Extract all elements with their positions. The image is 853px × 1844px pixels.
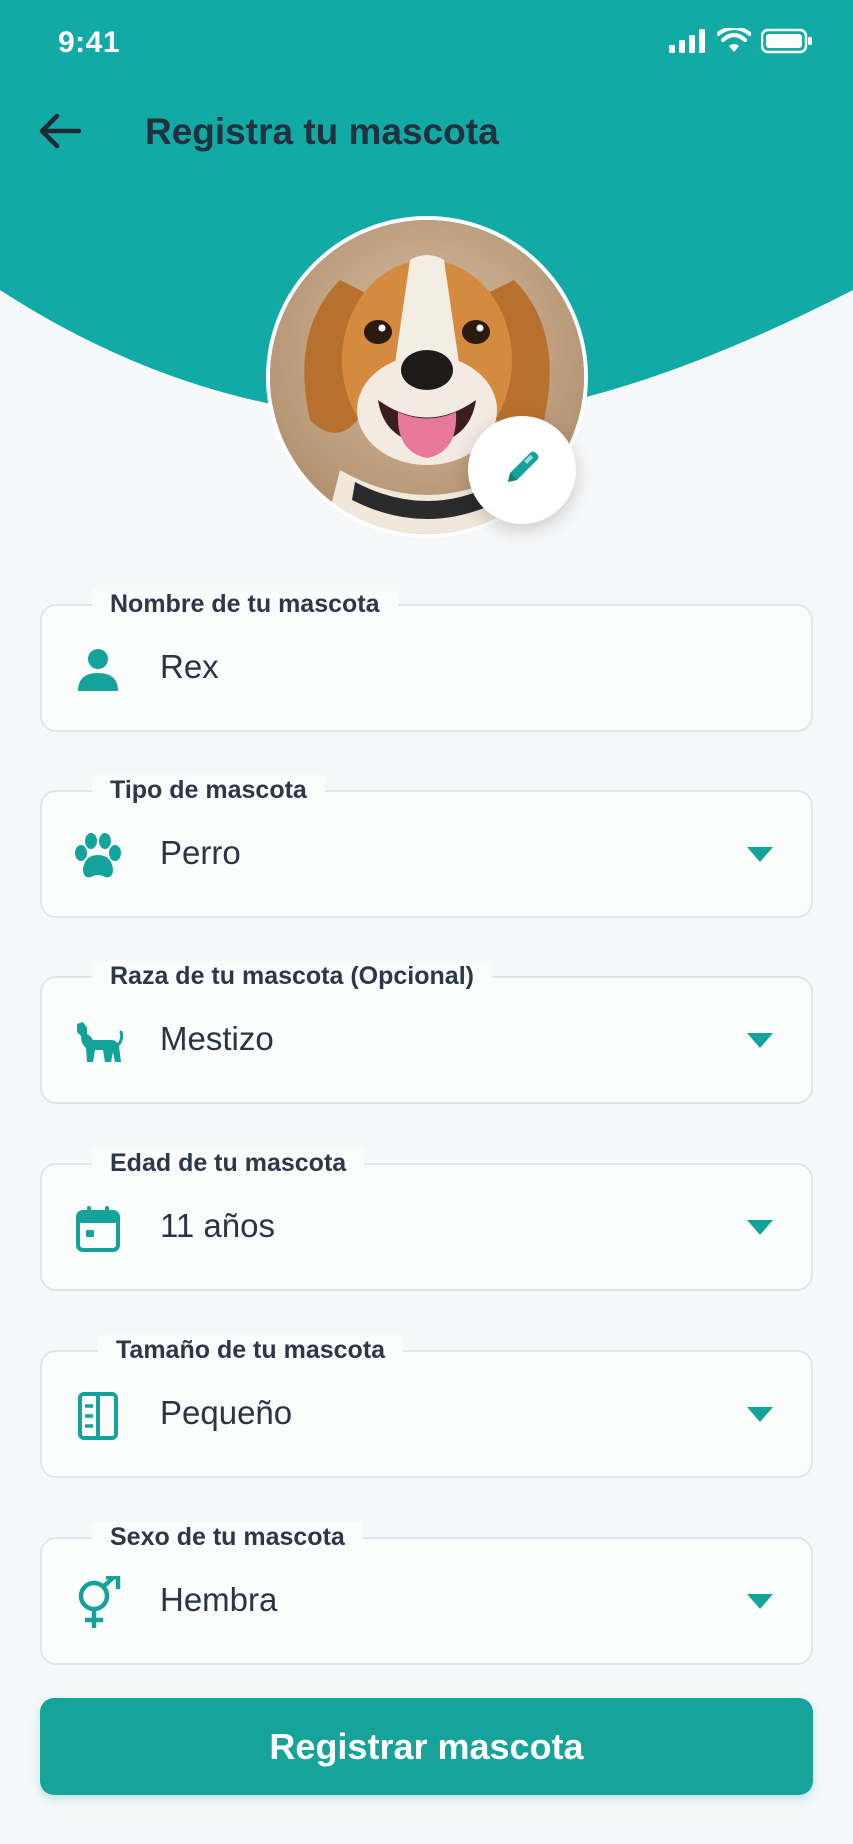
signal-icon bbox=[669, 29, 707, 58]
pet-sex-value: Hembra bbox=[160, 1581, 278, 1618]
status-time: 9:41 bbox=[58, 26, 121, 59]
register-pet-button[interactable]: Registrar mascota bbox=[40, 1698, 813, 1795]
dog-icon bbox=[72, 1016, 124, 1068]
page-title: Registra tu mascota bbox=[145, 111, 499, 152]
chevron-down-icon bbox=[745, 1404, 775, 1426]
status-icons bbox=[669, 26, 813, 59]
chevron-down-icon bbox=[745, 1030, 775, 1052]
gender-icon bbox=[72, 1576, 124, 1629]
pet-sex-label: Sexo de tu mascota bbox=[92, 1522, 363, 1552]
pet-size-value: Pequeño bbox=[160, 1394, 293, 1431]
chevron-down-icon bbox=[745, 1217, 775, 1239]
pet-size-select[interactable]: Tamaño de tu mascota Pequeño bbox=[40, 1335, 813, 1478]
pet-name-label: Nombre de tu mascota bbox=[92, 589, 398, 619]
pet-age-value: 11 años bbox=[160, 1207, 275, 1244]
battery-icon bbox=[760, 28, 813, 59]
pet-breed-value: Mestizo bbox=[160, 1020, 274, 1057]
person-icon bbox=[72, 644, 124, 696]
pet-type-select[interactable]: Tipo de mascota Perro bbox=[40, 775, 813, 918]
status-bar: 9:41 bbox=[0, 0, 853, 90]
edit-photo-button[interactable] bbox=[468, 416, 576, 524]
pencil-icon bbox=[500, 446, 544, 495]
pet-breed-label: Raza de tu mascota (Opcional) bbox=[92, 961, 492, 991]
pet-type-value: Perro bbox=[160, 834, 241, 871]
pet-name-input[interactable]: Nombre de tu mascota Rex bbox=[40, 589, 813, 732]
pet-photo bbox=[266, 216, 588, 538]
calendar-icon bbox=[72, 1203, 124, 1255]
pet-age-select[interactable]: Edad de tu mascota 11 años bbox=[40, 1148, 813, 1291]
top-bar: Registra tu mascota bbox=[0, 95, 853, 170]
pet-name-value: Rex bbox=[160, 648, 219, 685]
back-button[interactable] bbox=[32, 105, 88, 161]
arrow-left-icon bbox=[39, 113, 82, 154]
paw-icon bbox=[72, 830, 124, 882]
ruler-icon bbox=[72, 1390, 124, 1442]
pet-type-label: Tipo de mascota bbox=[92, 775, 325, 805]
pet-breed-select[interactable]: Raza de tu mascota (Opcional) Mestizo bbox=[40, 961, 813, 1104]
chevron-down-icon bbox=[745, 844, 775, 866]
chevron-down-icon bbox=[745, 1591, 775, 1613]
wifi-icon bbox=[716, 26, 752, 59]
pet-age-label: Edad de tu mascota bbox=[92, 1148, 365, 1178]
pet-sex-select[interactable]: Sexo de tu mascota Hembra bbox=[40, 1522, 813, 1665]
pet-size-label: Tamaño de tu mascota bbox=[98, 1335, 404, 1365]
